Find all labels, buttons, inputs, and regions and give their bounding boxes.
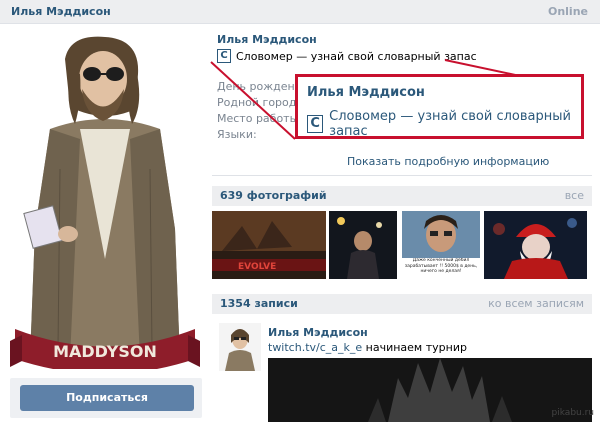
wall-all-link[interactable]: ко всем записям [488, 297, 584, 310]
photo-evolve-image: EVOLVE [212, 211, 326, 279]
online-status: Online [547, 5, 588, 18]
profile-header-bar: Илья Мэддисон Online [0, 0, 600, 24]
profile-name: Илья Мэддисон [217, 33, 317, 46]
photo-street-image [329, 211, 397, 279]
photos-all-link[interactable]: все [565, 189, 584, 202]
watermark: pikabu.ru [551, 408, 594, 418]
post-image-art [268, 358, 592, 422]
post-avatar-image [219, 323, 261, 371]
photo-santa-image [484, 211, 587, 279]
avatar-illustration: MADDYSON [10, 36, 200, 369]
post-author-avatar[interactable] [219, 323, 261, 371]
photo-meme-caption: Даже конченный дебил зарабатывает !! 500… [404, 258, 478, 274]
photo-thumb-meme[interactable]: Даже конченный дебил зарабатывает !! 500… [402, 211, 480, 279]
photo-thumb-santa[interactable] [484, 211, 587, 279]
callout-app-icon: C [307, 115, 324, 133]
status-text[interactable]: Словомер — узнай свой словарный запас [236, 50, 477, 63]
callout-status-text: Словомер — узнай свой словарный запас [329, 109, 571, 139]
header-name[interactable]: Илья Мэддисон [11, 5, 111, 18]
avatar-banner-text: MADDYSON [53, 342, 157, 361]
wall-title[interactable]: 1354 записи [220, 297, 298, 310]
callout-status: C Словомер — узнай свой словарный запас [307, 109, 581, 139]
divider [212, 175, 592, 176]
zoom-callout: Илья Мэддисон C Словомер — узнай свой сл… [295, 74, 584, 139]
post-text: twitch.tv/c_a_k_e начинаем турнир [268, 341, 467, 354]
subscribe-panel: Подписаться [10, 378, 202, 418]
post-link[interactable]: twitch.tv/c_a_k_e [268, 341, 362, 354]
photo-thumb-evolve[interactable]: EVOLVE [212, 211, 326, 279]
photo-thumb-street[interactable] [329, 211, 397, 279]
profile-avatar[interactable]: MADDYSON [10, 29, 200, 369]
post-author-name[interactable]: Илья Мэддисон [268, 326, 368, 339]
show-more-info-link[interactable]: Показать подробную информацию [347, 155, 549, 168]
profile-status[interactable]: C Словомер — узнай свой словарный запас [217, 49, 477, 63]
wall-header[interactable]: 1354 записи ко всем записям [212, 294, 592, 314]
post-body: начинаем турнир [362, 341, 467, 354]
callout-name: Илья Мэддисон [307, 85, 425, 100]
photos-header[interactable]: 639 фотографий все [212, 186, 592, 206]
post-image[interactable] [268, 358, 592, 422]
photo-meme-image: Даже конченный дебил зарабатывает !! 500… [402, 211, 480, 279]
app-icon: C [217, 49, 231, 63]
photos-title[interactable]: 639 фотографий [220, 189, 327, 202]
subscribe-button[interactable]: Подписаться [20, 385, 194, 411]
photo-evolve-caption: EVOLVE [238, 262, 276, 272]
